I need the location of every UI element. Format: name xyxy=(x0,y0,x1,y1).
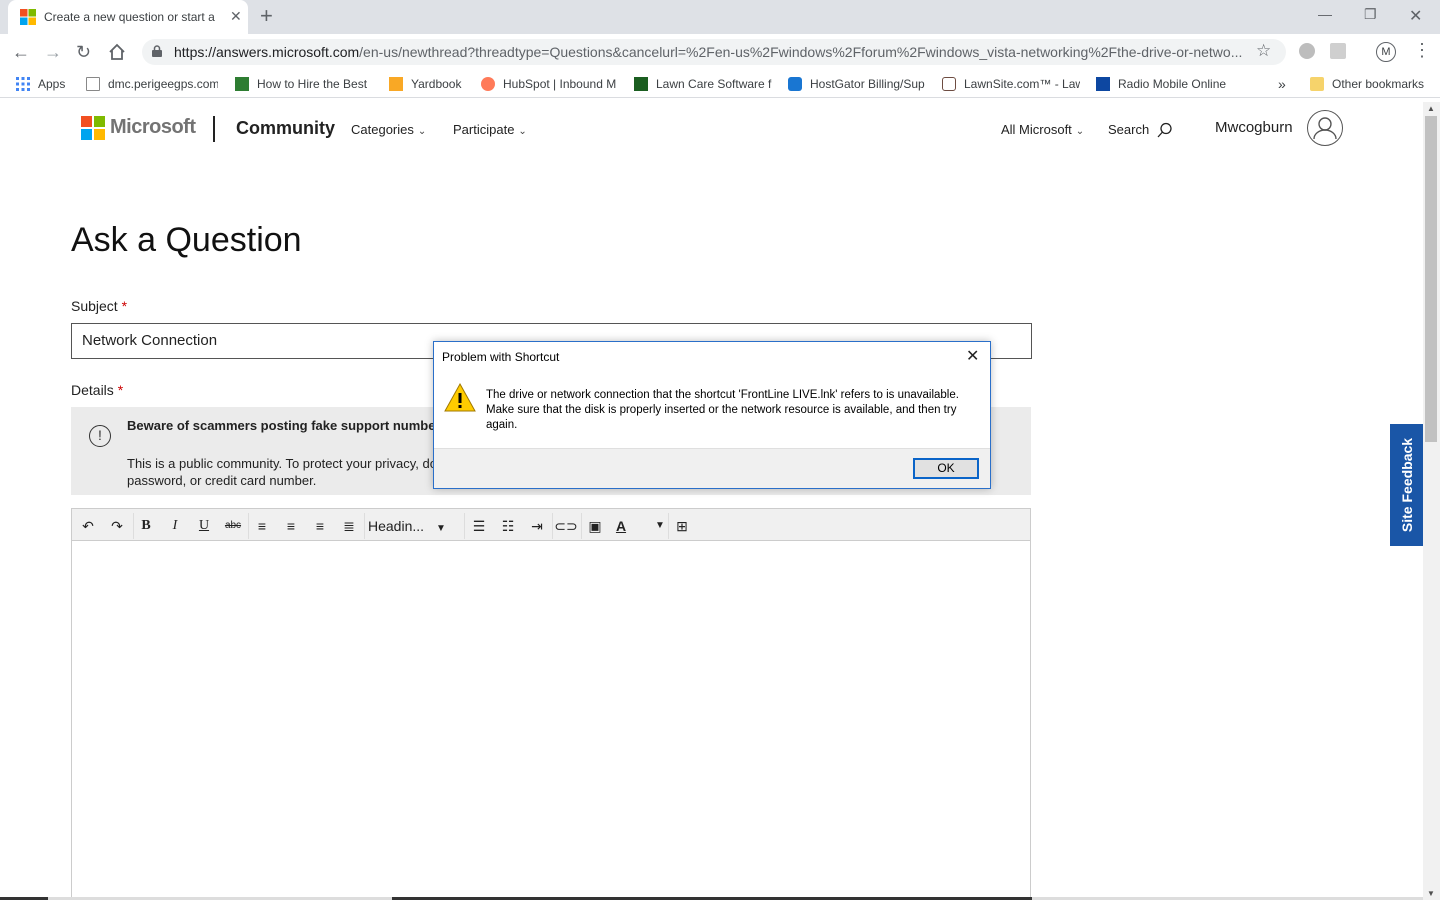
link-icon[interactable]: ⊂⊃ xyxy=(554,515,578,537)
justify-icon[interactable]: ≣ xyxy=(337,515,361,537)
bullet-list-icon[interactable]: ☰ xyxy=(467,515,491,537)
address-bar[interactable]: https://answers.microsoft.com/en-us/newt… xyxy=(142,39,1286,65)
yardbook-icon xyxy=(389,77,403,91)
forward-icon[interactable]: → xyxy=(44,42,62,62)
shortcut-error-dialog: Problem with Shortcut ✕ The drive or net… xyxy=(433,341,991,489)
bookmarks-bar: Apps dmc.perigeegps.com How to Hire the … xyxy=(0,70,1440,98)
underline-icon[interactable]: U xyxy=(192,515,216,537)
extension-icon[interactable] xyxy=(1299,43,1315,59)
page-icon xyxy=(86,77,100,91)
bookmark-star-icon[interactable]: ☆ xyxy=(1256,41,1271,61)
text-color-icon[interactable]: A xyxy=(609,515,633,537)
url-text: https://answers.microsoft.com/en-us/newt… xyxy=(174,44,1243,60)
lawncare-icon xyxy=(634,77,648,91)
site-feedback-button[interactable]: Site Feedback xyxy=(1390,424,1423,546)
strikethrough-icon[interactable]: abc xyxy=(221,515,245,537)
tab-close-icon[interactable]: ✕ xyxy=(230,8,242,25)
header-divider xyxy=(213,116,215,142)
window-close-icon[interactable]: ✕ xyxy=(1409,6,1422,26)
align-left-icon[interactable]: ≡ xyxy=(250,515,274,537)
new-tab-icon[interactable]: + xyxy=(260,4,273,28)
subject-label: Subject * xyxy=(71,298,128,314)
bookmark-item[interactable]: How to Hire the Best xyxy=(235,75,373,93)
italic-icon[interactable]: I xyxy=(163,515,187,537)
tab-active[interactable]: Create a new question or start a ✕ xyxy=(8,0,248,34)
lawnsite-icon xyxy=(942,77,956,91)
dialog-footer: OK xyxy=(434,448,990,488)
scroll-down-icon[interactable]: ▼ xyxy=(1427,889,1435,898)
scroll-up-icon[interactable]: ▲ xyxy=(1427,104,1435,113)
image-icon[interactable]: ▣ xyxy=(583,515,607,537)
home-icon[interactable] xyxy=(108,43,126,61)
apps-grid-icon xyxy=(16,77,30,91)
user-avatar-icon[interactable] xyxy=(1307,110,1343,146)
table-icon[interactable]: ⊞ xyxy=(670,515,694,537)
search-icon xyxy=(1157,122,1172,138)
align-right-icon[interactable]: ≡ xyxy=(308,515,332,537)
hostgator-icon xyxy=(788,77,802,91)
sl-icon xyxy=(235,77,249,91)
bookmark-item[interactable]: Radio Mobile Online xyxy=(1096,75,1236,93)
bold-icon[interactable]: B xyxy=(134,515,158,537)
dropdown-arrow-icon: ▼ xyxy=(436,523,446,534)
microsoft-favicon-icon xyxy=(20,9,36,25)
chevron-down-icon: ⌄ xyxy=(417,126,427,137)
profile-avatar[interactable]: M xyxy=(1376,42,1396,62)
bookmark-item[interactable]: dmc.perigeegps.com xyxy=(86,75,218,93)
dialog-message: The drive or network connection that the… xyxy=(486,389,959,431)
folder-icon xyxy=(1310,77,1324,91)
other-bookmarks[interactable]: Other bookmarks xyxy=(1310,75,1430,93)
nav-participate[interactable]: Participate ⌄ xyxy=(453,122,527,137)
page-scrollbar[interactable]: ▲ ▼ xyxy=(1423,102,1440,900)
microsoft-brand[interactable]: Microsoft xyxy=(110,116,196,139)
minimize-icon[interactable]: — xyxy=(1318,6,1332,22)
nav-categories[interactable]: Categories ⌄ xyxy=(351,122,426,137)
bookmark-item[interactable]: HostGator Billing/Sup xyxy=(788,75,926,93)
lock-icon xyxy=(152,45,162,57)
chevron-down-icon: ⌄ xyxy=(518,126,527,137)
username[interactable]: Mwcogburn xyxy=(1215,119,1293,136)
bookmark-item[interactable]: Yardbook xyxy=(389,75,469,93)
editor-toolbar: ↶ ↷ B I U abc ≡ ≡ ≡ ≣ Headin... ▼ ☰ ☷ ⇥ ⊂… xyxy=(71,508,1031,541)
tab-strip: Create a new question or start a ✕ + — ❐… xyxy=(0,0,1440,34)
community-link[interactable]: Community xyxy=(236,118,335,139)
radio-mobile-icon xyxy=(1096,77,1110,91)
indent-icon[interactable]: ⇥ xyxy=(525,515,549,537)
bookmark-item[interactable]: Lawn Care Software f xyxy=(634,75,772,93)
bookmark-item[interactable]: LawnSite.com™ - Law xyxy=(942,75,1080,93)
dialog-title: Problem with Shortcut xyxy=(442,350,560,364)
scrollbar-thumb[interactable] xyxy=(1425,116,1437,442)
numbered-list-icon[interactable]: ☷ xyxy=(496,515,520,537)
dialog-close-icon[interactable]: ✕ xyxy=(966,346,979,366)
redo-icon[interactable]: ↷ xyxy=(105,515,129,537)
ok-button[interactable]: OK xyxy=(913,458,979,479)
search-link[interactable]: Search xyxy=(1108,122,1173,138)
microsoft-logo-icon[interactable] xyxy=(81,116,105,140)
menu-kebab-icon[interactable]: ⋮ xyxy=(1413,40,1431,61)
heading-dropdown[interactable]: Headin... ▼ xyxy=(368,515,446,540)
warning-icon xyxy=(444,382,476,412)
hubspot-icon xyxy=(481,77,495,91)
bookmarks-overflow-icon[interactable]: » xyxy=(1278,75,1286,93)
bookmark-apps[interactable]: Apps xyxy=(16,75,76,93)
extension-g-icon[interactable] xyxy=(1330,43,1346,59)
tab-title: Create a new question or start a xyxy=(44,10,215,24)
reload-icon[interactable]: ↻ xyxy=(76,42,91,62)
nav-all-microsoft[interactable]: All Microsoft ⌄ xyxy=(1001,122,1084,137)
chevron-down-icon: ⌄ xyxy=(1075,126,1085,137)
details-label: Details * xyxy=(71,382,124,398)
back-icon[interactable]: ← xyxy=(12,42,30,62)
restore-icon[interactable]: ❐ xyxy=(1364,6,1377,23)
align-center-icon[interactable]: ≡ xyxy=(279,515,303,537)
undo-icon[interactable]: ↶ xyxy=(76,515,100,537)
page-title: Ask a Question xyxy=(71,221,302,259)
details-editor[interactable] xyxy=(71,541,1031,900)
bookmark-item[interactable]: HubSpot | Inbound M xyxy=(481,75,617,93)
info-exclamation-icon: ! xyxy=(89,425,111,447)
